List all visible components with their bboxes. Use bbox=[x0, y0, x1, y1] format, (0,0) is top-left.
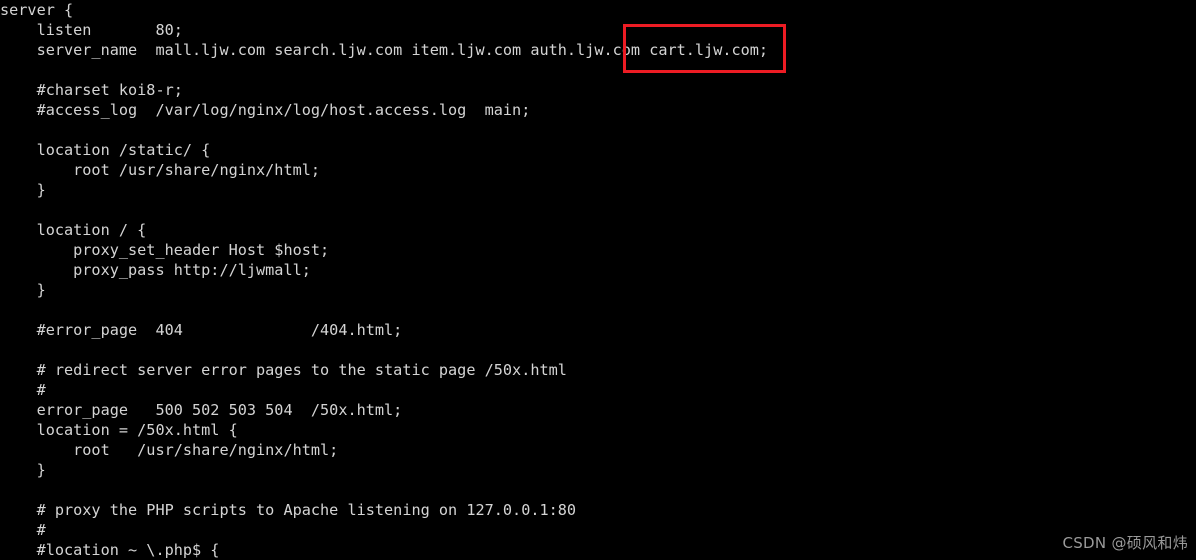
csdn-watermark: CSDN @硕风和炜 bbox=[1062, 534, 1188, 552]
code-line: proxy_set_header Host $host; bbox=[0, 241, 330, 259]
terminal-window: server { listen 80; server_name mall.ljw… bbox=[0, 0, 1196, 560]
nginx-config-code[interactable]: server { listen 80; server_name mall.ljw… bbox=[0, 0, 768, 560]
code-line: } bbox=[0, 461, 46, 479]
code-line: listen 80; bbox=[0, 21, 183, 39]
code-line: } bbox=[0, 181, 46, 199]
code-line: #access_log /var/log/nginx/log/host.acce… bbox=[0, 101, 531, 119]
code-line: # redirect server error pages to the sta… bbox=[0, 361, 567, 379]
code-line: #charset koi8-r; bbox=[0, 81, 183, 99]
code-line: server_name mall.ljw.com search.ljw.com … bbox=[0, 41, 769, 59]
code-line: proxy_pass http://ljwmall; bbox=[0, 261, 311, 279]
code-line: location = /50x.html { bbox=[0, 421, 238, 439]
code-line: location / { bbox=[0, 221, 147, 239]
code-line: } bbox=[0, 281, 46, 299]
code-line: location /static/ { bbox=[0, 141, 211, 159]
code-line: # proxy the PHP scripts to Apache listen… bbox=[0, 501, 577, 519]
code-line: #location ~ \.php$ { bbox=[0, 541, 220, 559]
code-line: # bbox=[0, 381, 46, 399]
code-line: # bbox=[0, 521, 46, 539]
code-line: error_page 500 502 503 504 /50x.html; bbox=[0, 401, 403, 419]
code-line: #error_page 404 /404.html; bbox=[0, 321, 403, 339]
code-line: root /usr/share/nginx/html; bbox=[0, 441, 339, 459]
code-line: root /usr/share/nginx/html; bbox=[0, 161, 321, 179]
code-line: server { bbox=[0, 1, 74, 19]
